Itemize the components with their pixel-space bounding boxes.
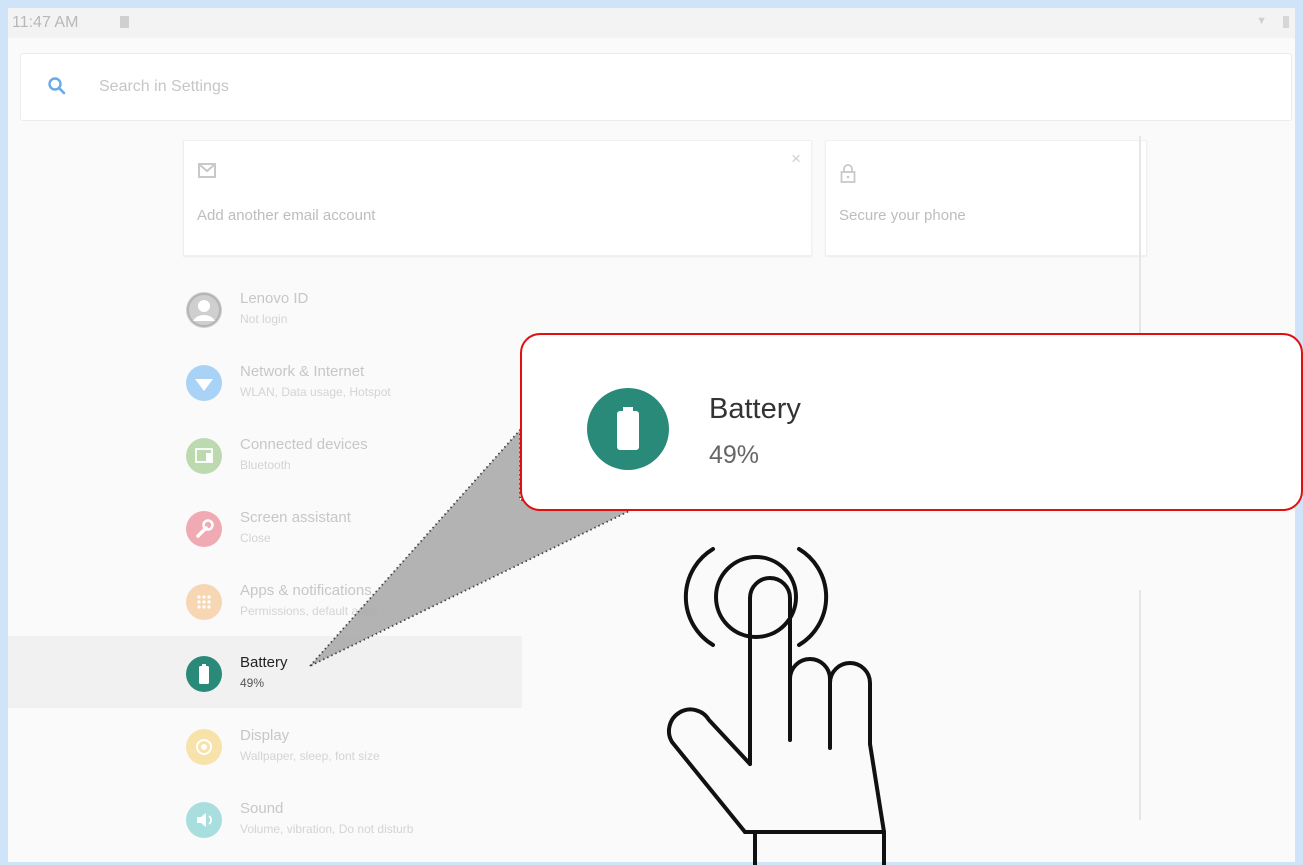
suggestion-card-secure[interactable]: Secure your phone xyxy=(825,140,1147,256)
sd-card-icon xyxy=(120,16,129,28)
setting-subtitle: Not login xyxy=(240,312,288,326)
settings-item-lenovo-id[interactable]: Lenovo ID Not login xyxy=(8,272,522,344)
settings-item-network[interactable]: Network & Internet WLAN, Data usage, Hot… xyxy=(8,345,522,417)
setting-title: Network & Internet xyxy=(240,363,365,380)
settings-item-apps-notifications[interactable]: Apps & notifications Permissions, defaul… xyxy=(8,564,522,636)
setting-title: Battery xyxy=(240,654,288,671)
search-placeholder: Search in Settings xyxy=(99,78,229,95)
settings-item-screen-assistant[interactable]: Screen assistant Close xyxy=(8,491,522,563)
setting-title: Lenovo ID xyxy=(240,290,309,307)
search-icon xyxy=(48,77,66,95)
battery-zoom-callout: Battery 49% xyxy=(520,333,1303,511)
battery-icon xyxy=(186,656,222,692)
zoom-title: Battery xyxy=(709,393,801,425)
divider xyxy=(1139,590,1141,820)
status-bar: 11:47 AM ▼ xyxy=(8,8,1295,38)
setting-title: Apps & notifications xyxy=(240,582,372,599)
setting-subtitle: WLAN, Data usage, Hotspot xyxy=(240,385,391,399)
settings-item-connected-devices[interactable]: Connected devices Bluetooth xyxy=(8,418,522,490)
setting-title: Display xyxy=(240,727,290,744)
setting-subtitle: Bluetooth xyxy=(240,458,291,472)
setting-subtitle: Permissions, default apps xyxy=(240,604,378,618)
search-bar[interactable]: Search in Settings xyxy=(20,53,1292,121)
apps-grid-icon xyxy=(186,584,222,620)
status-time: 11:47 AM xyxy=(12,14,79,31)
zoom-subtitle: 49% xyxy=(709,441,760,469)
settings-item-display[interactable]: Display Wallpaper, sleep, font size xyxy=(8,709,522,781)
setting-title: Connected devices xyxy=(240,436,368,453)
setting-subtitle: Close xyxy=(240,531,271,545)
email-icon xyxy=(198,163,216,178)
setting-subtitle: 49% xyxy=(240,676,265,690)
wifi-signal-icon: ▼ xyxy=(1256,15,1267,27)
setting-title: Screen assistant xyxy=(240,509,351,526)
setting-subtitle: Wallpaper, sleep, font size xyxy=(240,749,380,763)
battery-icon xyxy=(587,388,669,470)
devices-icon xyxy=(186,438,222,474)
setting-subtitle: Volume, vibration, Do not disturb xyxy=(240,822,414,836)
setting-title: Sound xyxy=(240,800,284,817)
battery-status-icon xyxy=(1283,16,1289,28)
settings-item-sound[interactable]: Sound Volume, vibration, Do not disturb xyxy=(8,782,522,854)
settings-item-battery[interactable]: Battery 49% xyxy=(8,636,522,708)
volume-icon xyxy=(186,802,222,838)
card-title: Secure your phone xyxy=(839,207,966,224)
brightness-icon xyxy=(186,729,222,765)
wrench-icon xyxy=(186,511,222,547)
dismiss-card-button[interactable]: × xyxy=(791,149,801,169)
suggestion-card-email[interactable]: × Add another email account xyxy=(183,140,812,256)
account-icon xyxy=(186,292,222,328)
card-title: Add another email account xyxy=(197,207,376,224)
wifi-icon xyxy=(186,365,222,401)
lock-icon xyxy=(840,164,856,183)
